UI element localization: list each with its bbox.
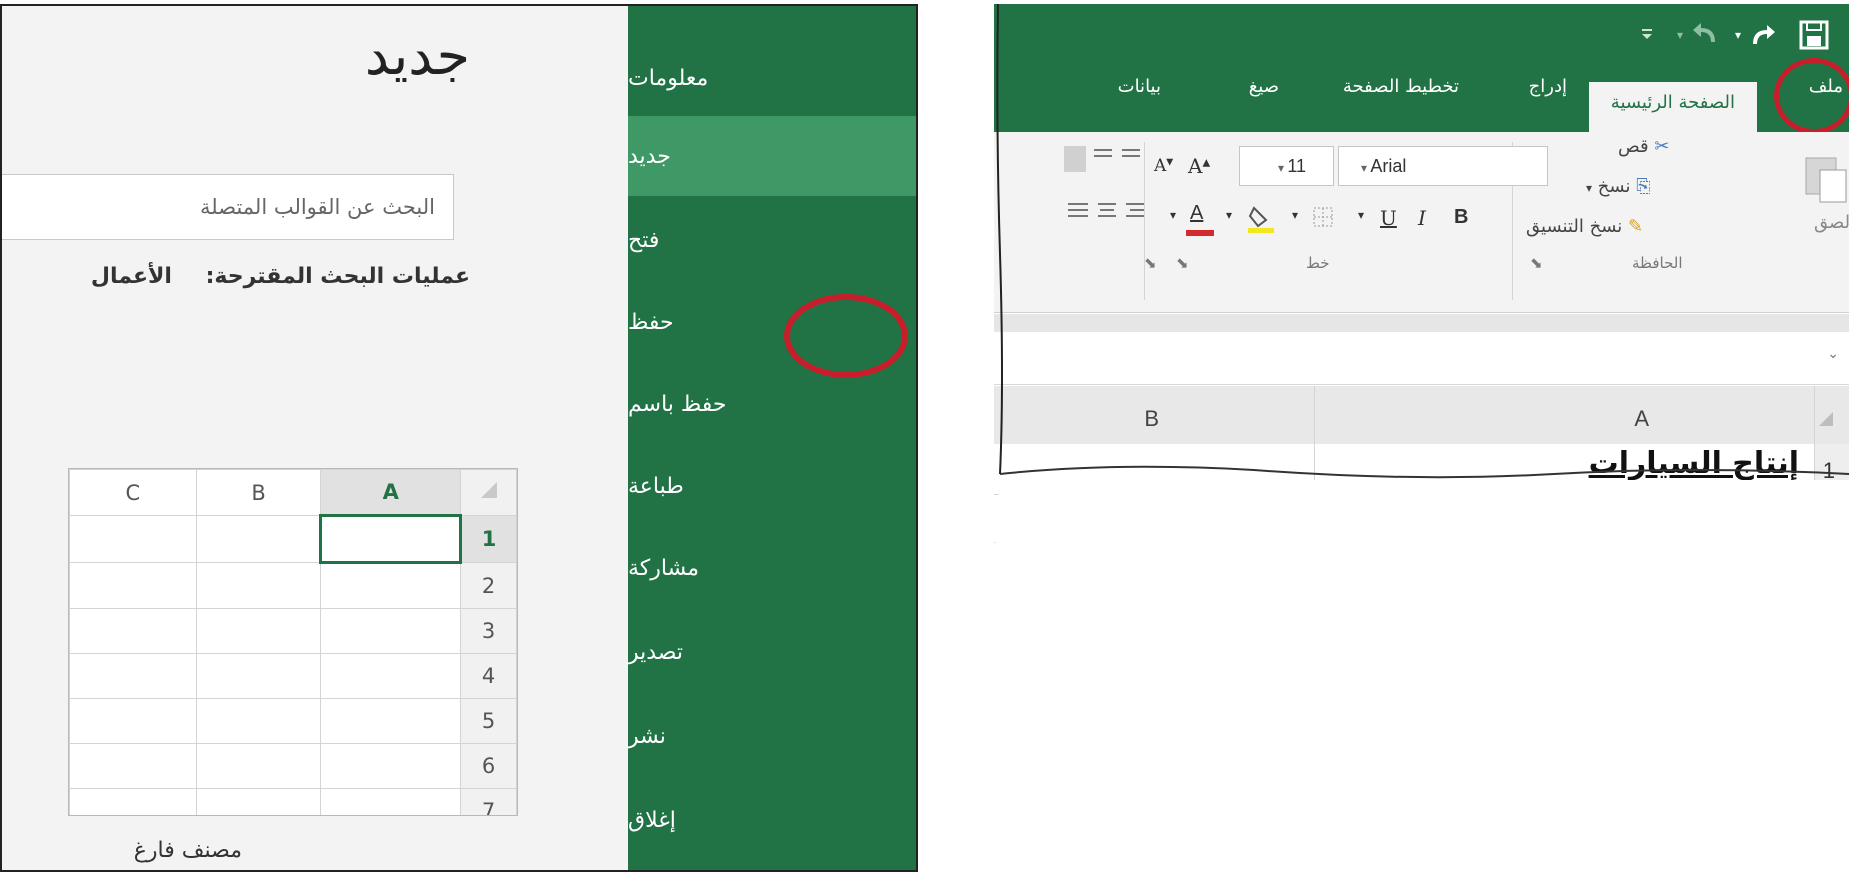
row-header: 5 — [460, 698, 517, 744]
nav-item-close[interactable]: إغلاق — [628, 780, 916, 860]
page-title: جديد — [364, 24, 470, 87]
active-cell — [319, 514, 462, 564]
row-header: 4 — [460, 653, 517, 699]
backstage-content: جديد عمليات البحث المقترحة: الأعمال C B … — [2, 6, 630, 870]
select-all-corner — [460, 469, 517, 516]
suggested-searches: عمليات البحث المقترحة: الأعمال — [91, 264, 470, 289]
torn-edge-frame — [994, 4, 1849, 564]
nav-item-print[interactable]: طباعة — [628, 446, 916, 526]
template-search-box[interactable] — [2, 174, 454, 240]
nav-item-share[interactable]: مشاركة — [628, 528, 916, 608]
backstage-nav: معلومات جديد فتح حفظ حفظ باسم طباعة مشار… — [628, 6, 916, 870]
corner-triangle-icon — [480, 482, 497, 498]
row-header: 7 — [460, 788, 517, 815]
row-header: 6 — [460, 743, 517, 789]
nav-item-open[interactable]: فتح — [628, 200, 916, 280]
suggested-searches-label: عمليات البحث المقترحة: — [205, 264, 470, 289]
nav-item-info[interactable]: معلومات — [628, 38, 916, 118]
blank-workbook-label: مصنف فارغ — [133, 838, 242, 863]
nav-item-new[interactable]: جديد — [628, 116, 916, 196]
thumbnail-grid: C B A 1 2 3 4 5 6 7 — [69, 469, 517, 815]
column-header-b: B — [195, 469, 322, 516]
nav-item-save-as[interactable]: حفظ باسم — [628, 364, 916, 444]
row-header: 3 — [460, 608, 517, 654]
column-header-a: A — [320, 469, 461, 516]
backstage-view: جديد عمليات البحث المقترحة: الأعمال C B … — [0, 4, 918, 872]
row-header: 2 — [460, 562, 517, 609]
nav-item-export[interactable]: تصدير — [628, 612, 916, 692]
template-search-input[interactable] — [2, 175, 453, 239]
blank-workbook-thumbnail[interactable]: C B A 1 2 3 4 5 6 7 — [68, 468, 518, 816]
column-header-c: C — [69, 469, 197, 516]
save-highlight-circle — [784, 294, 908, 378]
row-header: 1 — [460, 515, 517, 563]
suggested-search-business[interactable]: الأعمال — [91, 264, 172, 289]
nav-item-publish[interactable]: نشر — [628, 696, 916, 776]
excel-window: ▾ ▾ ملف الصفحة الرئيسية إدراج تخطيط الصف… — [994, 4, 1849, 564]
